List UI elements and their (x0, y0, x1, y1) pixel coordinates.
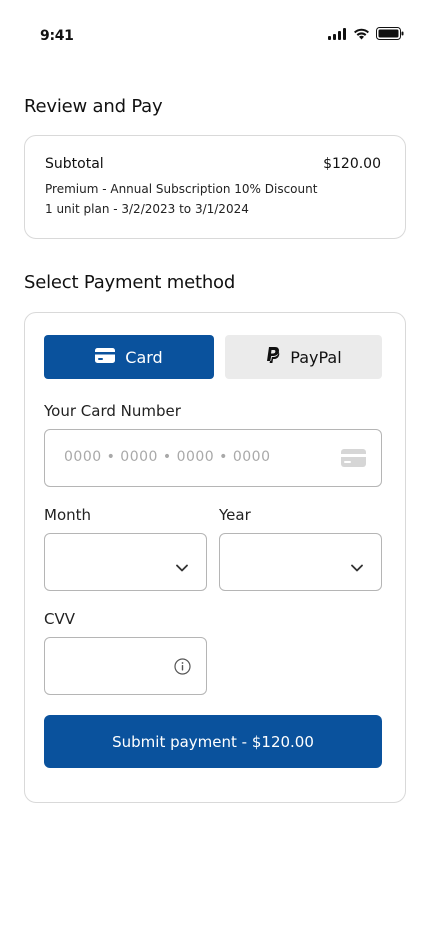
order-summary-card: Subtotal $120.00 Premium - Annual Subscr… (24, 135, 406, 239)
chevron-down-icon (176, 557, 188, 576)
status-icons (328, 27, 404, 40)
card-number-label: Your Card Number (44, 402, 181, 420)
signal-icon (328, 27, 347, 40)
cvv-input[interactable] (44, 637, 207, 695)
subtotal-value: $120.00 (323, 156, 381, 172)
plan-description: Premium - Annual Subscription 10% Discou… (45, 182, 318, 196)
cvv-label: CVV (44, 610, 75, 628)
paypal-icon (265, 347, 280, 367)
card-type-icon (341, 449, 366, 471)
info-icon[interactable] (174, 658, 191, 679)
subtotal-row: Subtotal $120.00 (45, 156, 381, 172)
chevron-down-icon (351, 557, 363, 576)
card-number-input[interactable]: 0000 • 0000 • 0000 • 0000 (44, 429, 382, 487)
tab-paypal-label: PayPal (290, 347, 342, 367)
tab-card[interactable]: Card (44, 335, 214, 379)
payment-method-title: Select Payment method (24, 272, 236, 293)
subtotal-label: Subtotal (45, 156, 104, 172)
year-label: Year (219, 506, 251, 524)
status-bar: 9:41 (0, 0, 430, 60)
submit-payment-button[interactable]: Submit payment - $120.00 (44, 715, 382, 768)
review-title: Review and Pay (24, 96, 163, 117)
status-time: 9:41 (40, 28, 74, 44)
tab-paypal[interactable]: PayPal (225, 335, 382, 379)
payment-form-card: Card PayPal Your Card Number 0000 • 0000… (24, 312, 406, 803)
card-icon (95, 347, 116, 367)
month-select[interactable] (44, 533, 207, 591)
month-label: Month (44, 506, 92, 524)
tab-card-label: Card (125, 347, 163, 367)
year-select[interactable] (219, 533, 382, 591)
plan-period: 1 unit plan - 3/2/2023 to 3/1/2024 (45, 202, 249, 216)
battery-icon (376, 27, 404, 40)
card-number-placeholder: 0000 • 0000 • 0000 • 0000 (64, 449, 271, 465)
wifi-icon (353, 28, 370, 40)
